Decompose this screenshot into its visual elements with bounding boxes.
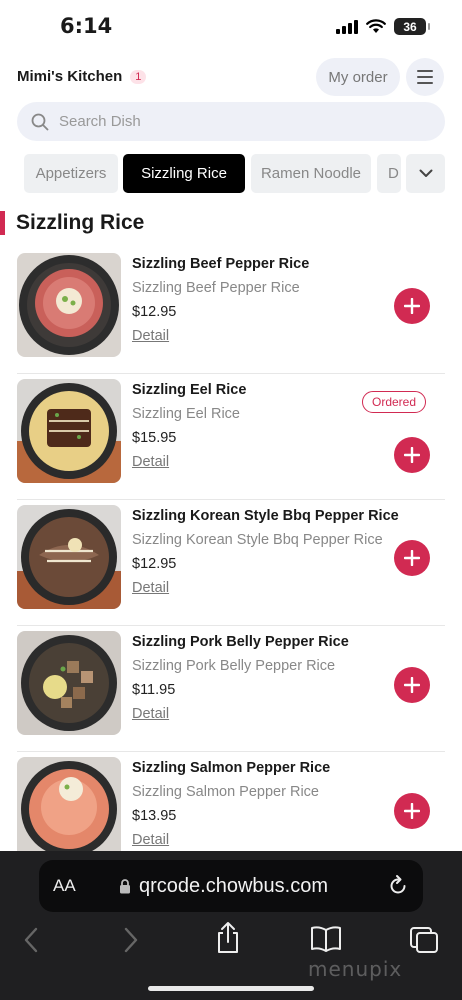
dish-description: Sizzling Korean Style Bbq Pepper Rice — [132, 532, 383, 548]
dish-name: Sizzling Salmon Pepper Rice — [132, 760, 331, 776]
status-icons: 36 — [336, 18, 430, 35]
search-icon — [31, 113, 49, 130]
menu-item[interactable]: Sizzling Korean Style Bbq Pepper Rice Si… — [0, 500, 462, 626]
add-button[interactable] — [394, 540, 430, 576]
dish-description: Sizzling Beef Pepper Rice — [132, 280, 300, 296]
dish-description: Sizzling Eel Rice — [132, 406, 240, 422]
tab-ramen-noodle[interactable]: Ramen Noodle — [251, 154, 371, 193]
text-size-button[interactable]: AA — [53, 876, 76, 896]
section-accent-bar — [0, 211, 5, 235]
battery-icon: 36 — [394, 18, 430, 35]
menu-item[interactable]: Sizzling Eel Rice Sizzling Eel Rice $15.… — [0, 374, 462, 500]
bookmarks-icon[interactable] — [309, 925, 343, 953]
restaurant-name-row: Mimi's Kitchen 1 — [17, 68, 147, 85]
tab-partial[interactable]: D — [377, 154, 401, 193]
more-categories-button[interactable] — [406, 154, 445, 193]
my-order-button[interactable]: My order — [316, 58, 400, 96]
url-display[interactable]: qrcode.chowbus.com — [119, 875, 328, 898]
home-indicator — [148, 986, 314, 991]
dish-photo — [17, 631, 121, 735]
tabs-icon[interactable] — [408, 925, 440, 955]
browser-nav-row — [0, 921, 462, 961]
dish-price: $12.95 — [132, 304, 177, 320]
plus-icon — [404, 803, 420, 819]
dish-photo — [17, 757, 121, 861]
detail-link[interactable]: Detail — [132, 706, 169, 722]
dish-name: Sizzling Beef Pepper Rice — [132, 256, 310, 272]
dish-photo — [17, 379, 121, 483]
reload-icon[interactable] — [387, 874, 409, 896]
share-icon[interactable] — [214, 921, 242, 955]
detail-link[interactable]: Detail — [132, 454, 169, 470]
dish-price: $11.95 — [132, 682, 176, 698]
lock-icon — [120, 878, 130, 893]
signal-icon — [336, 19, 358, 34]
category-tabs: Appetizers Sizzling Rice Ramen Noodle D — [0, 154, 462, 194]
detail-link[interactable]: Detail — [132, 832, 169, 848]
watermark: menupix — [308, 957, 403, 981]
menu-item[interactable]: Sizzling Beef Pepper Rice Sizzling Beef … — [0, 248, 462, 374]
forward-arrow-icon[interactable] — [122, 925, 140, 955]
dish-name: Sizzling Korean Style Bbq Pepper Rice — [132, 508, 399, 524]
dish-name: Sizzling Eel Rice — [132, 382, 247, 398]
search-input[interactable] — [59, 113, 399, 130]
add-button[interactable] — [394, 288, 430, 324]
status-time: 6:14 — [60, 14, 113, 38]
ordered-badge: Ordered — [362, 391, 427, 413]
dish-description: Sizzling Pork Belly Pepper Rice — [132, 658, 336, 674]
dish-price: $15.95 — [132, 430, 177, 446]
restaurant-name: Mimi's Kitchen — [17, 68, 123, 85]
section-title: Sizzling Rice — [16, 211, 145, 234]
tab-appetizers[interactable]: Appetizers — [24, 154, 118, 193]
browser-toolbar: AA qrcode.chowbus.com menupix — [0, 851, 462, 1000]
dish-description: Sizzling Salmon Pepper Rice — [132, 784, 319, 800]
order-count-badge: 1 — [130, 69, 147, 84]
add-button[interactable] — [394, 667, 430, 703]
dish-price: $12.95 — [132, 556, 177, 572]
dish-name: Sizzling Pork Belly Pepper Rice — [132, 634, 349, 650]
add-button[interactable] — [394, 793, 430, 829]
back-arrow-icon[interactable] — [22, 925, 40, 955]
section-header: Sizzling Rice — [0, 209, 144, 237]
plus-icon — [404, 550, 420, 566]
url-text: qrcode.chowbus.com — [139, 874, 328, 897]
header: Mimi's Kitchen 1 My order — [0, 56, 462, 98]
status-bar: 6:14 36 — [0, 0, 462, 54]
menu-item[interactable]: Sizzling Pork Belly Pepper Rice Sizzling… — [0, 626, 462, 752]
chevron-down-icon — [419, 169, 432, 177]
dish-photo — [17, 253, 121, 357]
dish-price: $13.95 — [132, 808, 177, 824]
address-bar[interactable]: AA qrcode.chowbus.com — [39, 860, 423, 912]
plus-icon — [404, 298, 420, 314]
plus-icon — [404, 447, 420, 463]
hamburger-menu-icon[interactable] — [406, 58, 444, 96]
search-bar[interactable] — [17, 102, 445, 141]
tab-sizzling-rice[interactable]: Sizzling Rice — [123, 154, 245, 193]
detail-link[interactable]: Detail — [132, 328, 169, 344]
wifi-icon — [366, 19, 386, 33]
plus-icon — [404, 677, 420, 693]
detail-link[interactable]: Detail — [132, 580, 169, 596]
dish-photo — [17, 505, 121, 609]
add-button[interactable] — [394, 437, 430, 473]
